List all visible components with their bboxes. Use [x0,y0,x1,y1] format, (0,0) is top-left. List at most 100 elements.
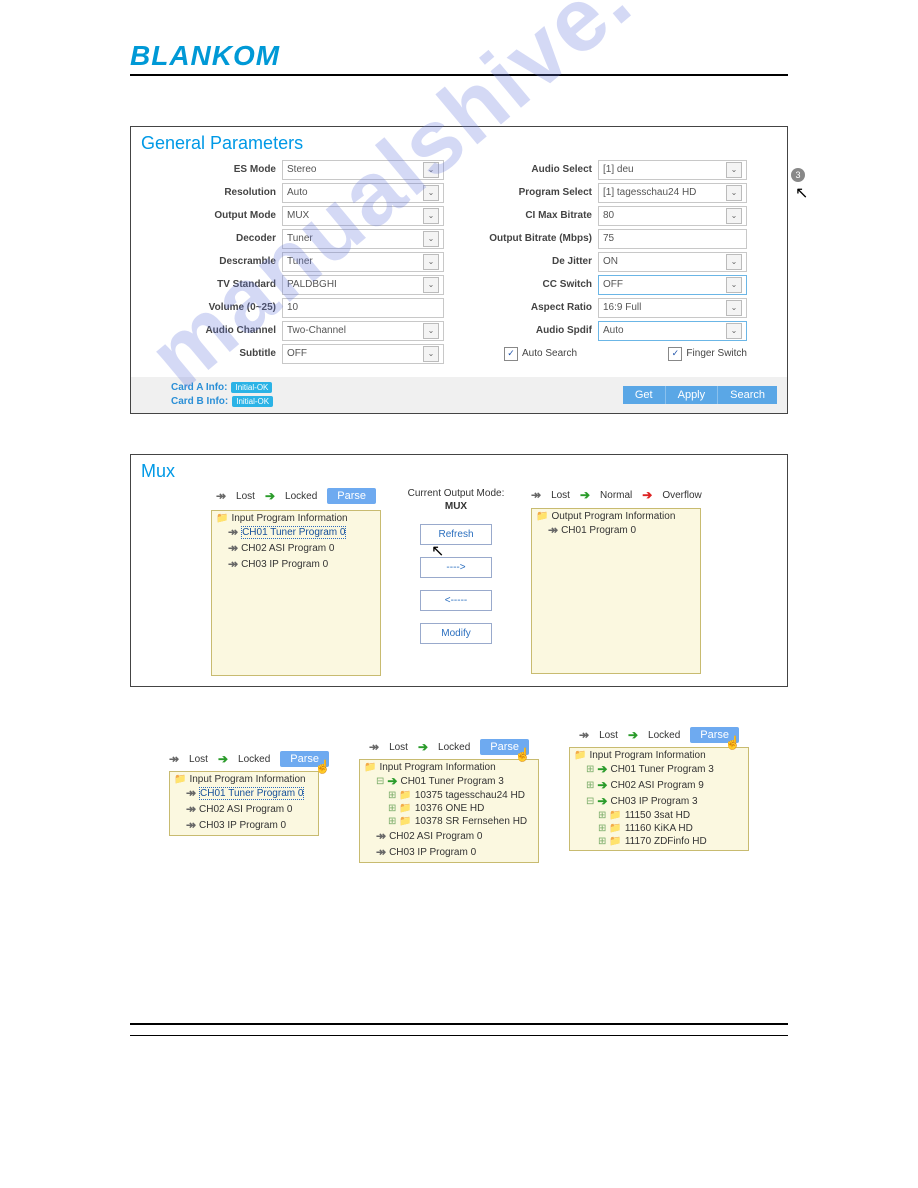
audio-channel-select[interactable]: Two-Channel⌄ [282,321,444,341]
ci-max-bitrate-select[interactable]: 80⌄ [598,206,747,226]
expand-icon[interactable]: ⊞ [598,836,606,847]
locked-label: Locked [648,730,680,741]
tree-item[interactable]: CH01 Program 0 [561,525,636,536]
cc-switch-select[interactable]: OFF⌄ [598,275,747,295]
tree-item[interactable]: CH01 Tuner Program 3 [610,764,713,775]
chevron-down-icon[interactable]: ⌄ [423,254,439,270]
folder-icon: 📁 [609,836,621,847]
footer-rule-2 [130,1035,788,1036]
parse-button[interactable]: Parse [690,727,739,743]
tree-item[interactable]: CH03 IP Program 3 [610,796,697,807]
output-mode-select[interactable]: MUX⌄ [282,206,444,226]
program-select-label: Program Select [474,187,598,198]
chevron-down-icon[interactable]: ⌄ [423,231,439,247]
chevron-down-icon[interactable]: ⌄ [726,208,742,224]
tree-item[interactable]: CH02 ASI Program 0 [241,543,334,554]
chevron-down-icon[interactable]: ⌄ [726,300,742,316]
tree-item[interactable]: 11160 KiKA HD [625,823,693,834]
input-tree-2[interactable]: 📁Input Program Information ⊟➔CH01 Tuner … [359,759,539,863]
parse-button[interactable]: Parse [327,488,376,504]
es-mode-select[interactable]: Stereo⌄ [282,160,444,180]
tree-item[interactable]: CH03 IP Program 0 [241,559,328,570]
search-button[interactable]: Search [718,386,777,404]
chevron-down-icon[interactable]: ⌄ [726,277,742,293]
finger-switch-checkbox[interactable]: ✓Finger Switch [668,347,747,361]
lost-label: Lost [236,491,255,502]
move-right-button[interactable]: ----> [420,557,492,578]
tree-item[interactable]: CH03 IP Program 0 [199,820,286,831]
get-button[interactable]: Get [623,386,666,404]
program-select[interactable]: [1] tagesschau24 HD⌄ [598,183,747,203]
audio-spdif-select[interactable]: Auto⌄ [598,321,747,341]
parse-button[interactable]: Parse [280,751,329,767]
tree-item[interactable]: CH01 Tuner Program 0 [199,787,304,800]
output-bitrate-input[interactable]: 75 [598,229,747,249]
collapse-icon[interactable]: ⊟ [586,796,594,807]
subtitle-label: Subtitle [171,348,282,359]
overflow-label: Overflow [662,490,701,501]
card-b-badge: Initial-OK [232,396,273,407]
audio-select[interactable]: [1] deu⌄ [598,160,747,180]
folder-icon: 📁 [174,774,186,785]
chevron-down-icon[interactable]: ⌄ [726,185,742,201]
tree-item[interactable]: 10375 tagesschau24 HD [415,790,525,801]
chevron-down-icon[interactable]: ⌄ [726,254,742,270]
tv-standard-select[interactable]: PALDBGHI⌄ [282,275,444,295]
chevron-down-icon[interactable]: ⌄ [726,323,742,339]
tree-item-selected[interactable]: CH01 Tuner Program 0 [241,526,346,539]
normal-label: Normal [600,490,632,501]
lost-label: Lost [389,742,408,753]
decoder-select[interactable]: Tuner⌄ [282,229,444,249]
card-b-link[interactable]: Card B Info: [171,396,228,407]
modify-button[interactable]: Modify [420,623,492,644]
output-tree[interactable]: 📁Output Program Information ↠CH01 Progra… [531,508,701,674]
chevron-down-icon[interactable]: ⌄ [423,185,439,201]
auto-search-checkbox[interactable]: ✓Auto Search [504,347,577,361]
expand-icon[interactable]: ⊞ [598,823,606,834]
expand-icon[interactable]: ⊞ [598,810,606,821]
volume-input[interactable]: 10 [282,298,444,318]
collapse-icon[interactable]: ⊟ [376,776,384,787]
expand-icon[interactable]: ⊞ [388,803,396,814]
aspect-ratio-select[interactable]: 16:9 Full⌄ [598,298,747,318]
tree-item[interactable]: CH02 ASI Program 0 [199,804,292,815]
folder-icon: 📁 [216,513,228,524]
tree-item[interactable]: CH03 IP Program 0 [389,847,476,858]
chevron-down-icon[interactable]: ⌄ [423,208,439,224]
expand-icon[interactable]: ⊞ [586,780,594,791]
tree-item[interactable]: 10376 ONE HD [415,803,484,814]
card-a-link[interactable]: Card A Info: [171,382,227,393]
locked-label: Locked [438,742,470,753]
de-jitter-label: De Jitter [474,256,598,267]
tree-item[interactable]: 11150 3sat HD [625,810,690,821]
chevron-down-icon[interactable]: ⌄ [423,277,439,293]
input-tree-1[interactable]: 📁Input Program Information ↠CH01 Tuner P… [169,771,319,836]
input-tree-3[interactable]: 📁Input Program Information ⊞➔CH01 Tuner … [569,747,749,851]
tree-item[interactable]: 11170 ZDFinfo HD [625,836,707,847]
lost-arrow-icon: ↠ [369,740,379,754]
chevron-down-icon[interactable]: ⌄ [726,162,742,178]
expand-icon[interactable]: ⊞ [388,790,396,801]
expand-icon[interactable]: ⊞ [388,816,396,827]
lost-label: Lost [599,730,618,741]
parse-button[interactable]: Parse [480,739,529,755]
tree-item[interactable]: CH01 Tuner Program 3 [400,776,503,787]
apply-button[interactable]: Apply [666,386,719,404]
folder-icon: 📁 [399,790,411,801]
descramble-select[interactable]: Tuner⌄ [282,252,444,272]
chevron-down-icon[interactable]: ⌄ [423,162,439,178]
move-left-button[interactable]: <----- [420,590,492,611]
input-tree[interactable]: 📁Input Program Information ↠CH01 Tuner P… [211,510,381,676]
subtitle-select[interactable]: OFF⌄ [282,344,444,364]
tree-item[interactable]: CH02 ASI Program 9 [610,780,703,791]
de-jitter-select[interactable]: ON⌄ [598,252,747,272]
chevron-down-icon[interactable]: ⌄ [423,346,439,362]
cc-switch-label: CC Switch [474,279,598,290]
tree-item[interactable]: 10378 SR Fernsehen HD [415,816,527,827]
expand-icon[interactable]: ⊞ [586,764,594,775]
refresh-button[interactable]: Refresh [420,524,492,545]
resolution-select[interactable]: Auto⌄ [282,183,444,203]
tree-item[interactable]: CH02 ASI Program 0 [389,831,482,842]
output-mode-label: Current Output Mode: [391,488,521,499]
chevron-down-icon[interactable]: ⌄ [423,323,439,339]
